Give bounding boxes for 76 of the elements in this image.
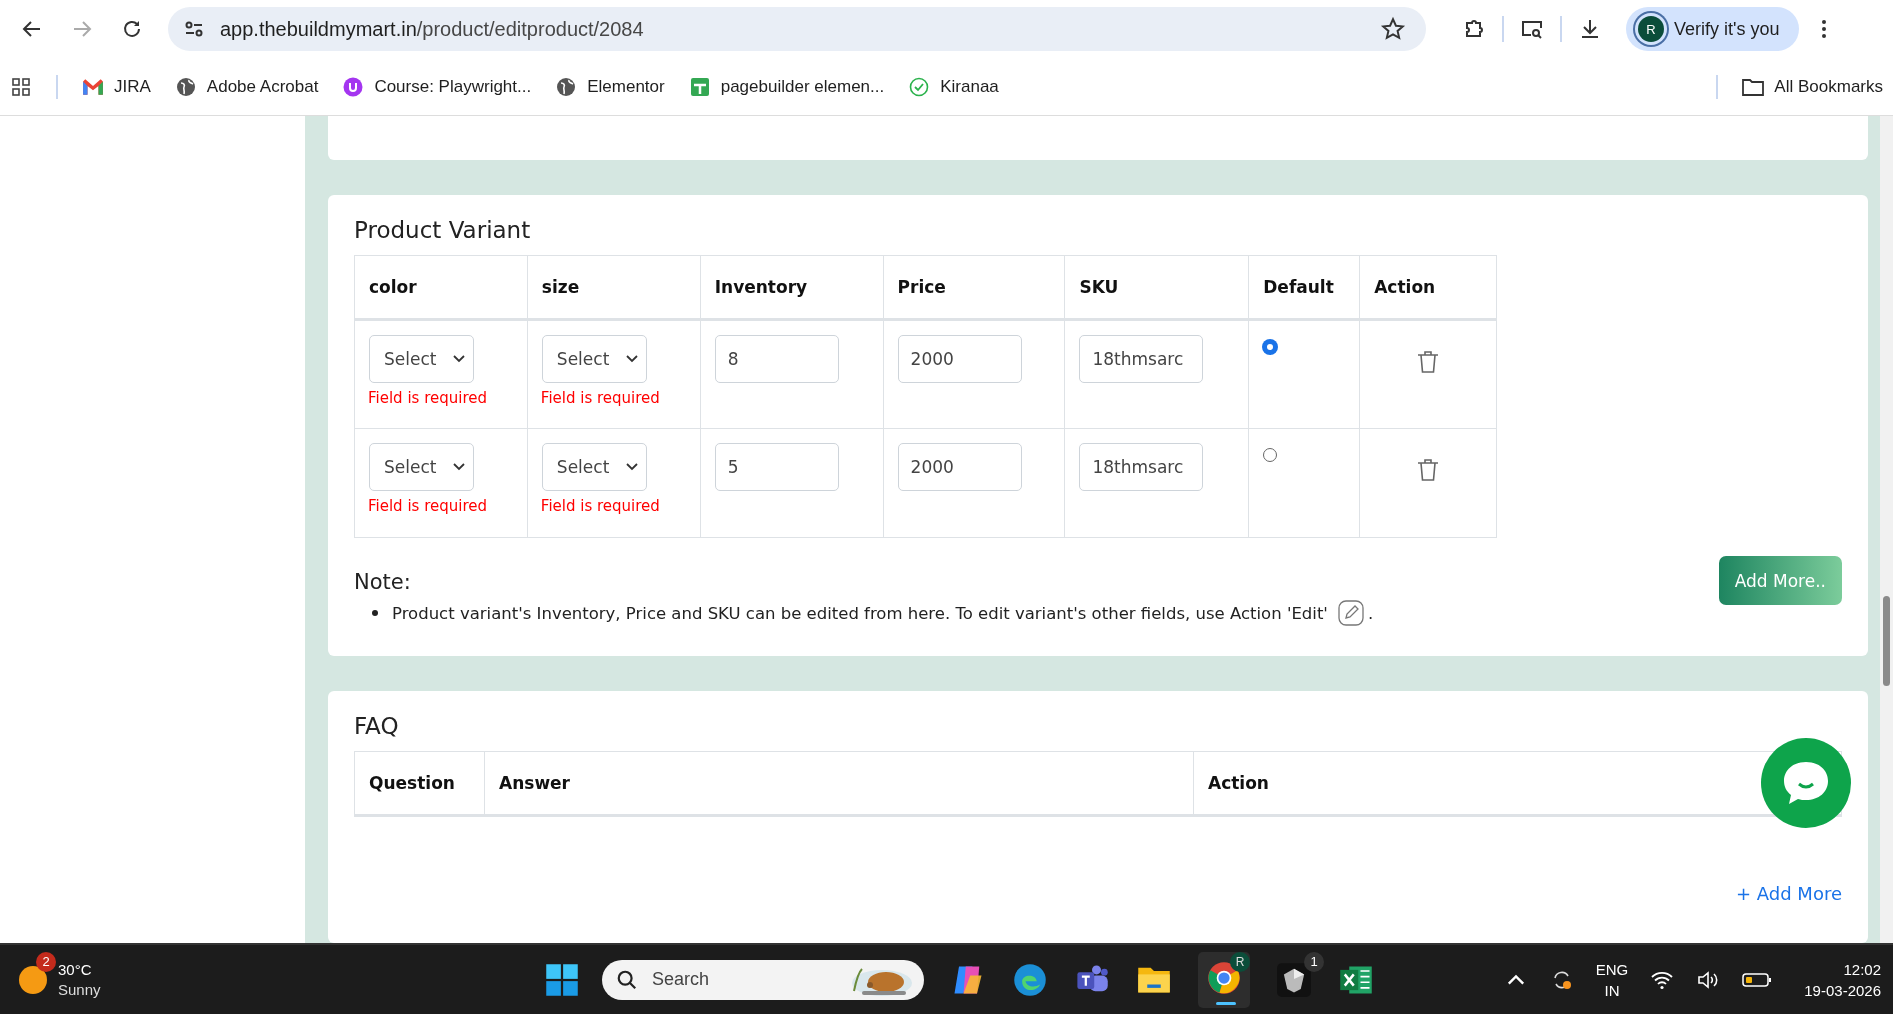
add-more-button[interactable]: Add More..	[1718, 556, 1842, 605]
scrollbar-thumb[interactable]	[1883, 596, 1890, 686]
chevron-icon	[625, 355, 638, 363]
edge-icon[interactable]	[1012, 961, 1048, 998]
column-header: SKU	[1064, 255, 1249, 320]
bookmark[interactable]: pagebuilder elemen...	[688, 76, 885, 97]
clock[interactable]: 12:02 19-03-2026	[1804, 958, 1881, 1001]
note-text: Product variant's Inventory, Price and SKU can be edited from here. To edit variant's other fields, use Action 'Edit'	[392, 603, 1328, 623]
all-bookmarks[interactable]: All Bookmarks	[1742, 76, 1883, 97]
chrome-taskbar-button[interactable]: R	[1198, 951, 1250, 1008]
weather-condition: Sunny	[58, 979, 101, 1000]
edit-icon	[1337, 600, 1364, 626]
delete-icon[interactable]	[1416, 457, 1441, 483]
select-dropdown[interactable]: Select	[541, 443, 647, 491]
column-header: Answer	[484, 751, 1194, 816]
mail-icon	[82, 76, 104, 97]
inventory-field[interactable]: 8	[714, 335, 839, 383]
bookmark[interactable]: Kiranaa	[908, 76, 999, 97]
sun-icon	[18, 964, 48, 995]
column-header: Price	[883, 255, 1065, 320]
price-field[interactable]: 2000	[897, 335, 1022, 383]
bookmark[interactable]: Course: Playwright...	[342, 76, 532, 97]
check-circle-icon	[908, 76, 931, 97]
star-icon[interactable]	[1380, 16, 1406, 42]
temperature: 30°C	[58, 959, 93, 980]
column-header: Question	[354, 751, 485, 816]
section-title: FAQ	[354, 713, 400, 739]
profile-button[interactable]: R Verify it's you	[1626, 7, 1800, 51]
bookmark[interactable]: JIRA	[82, 76, 151, 97]
note-period: .	[1367, 603, 1374, 623]
apps-grid-icon[interactable]	[10, 76, 32, 97]
taskbar-search[interactable]: Search	[602, 959, 924, 1000]
error-message: Field is required	[368, 497, 488, 515]
section-title: Product Variant	[354, 217, 532, 243]
column-header: Default	[1248, 255, 1360, 320]
folder-icon	[1742, 76, 1765, 97]
course-icon	[342, 76, 365, 97]
url-text: app.thebuildmymart.in/product/editproduct/2084	[220, 17, 645, 41]
price-field[interactable]: 2000	[897, 443, 1022, 491]
select-dropdown[interactable]: Select	[541, 335, 647, 383]
chevron-icon	[625, 463, 638, 471]
select-dropdown[interactable]: Select	[369, 443, 474, 491]
error-message: Field is required	[540, 497, 661, 515]
battery-icon[interactable]	[1742, 971, 1773, 988]
language-indicator[interactable]: ENG IN	[1595, 958, 1629, 1001]
chrome-icon	[1206, 959, 1242, 996]
notification-badge: 1	[1304, 951, 1324, 972]
default-radio[interactable]	[1263, 340, 1278, 354]
cube-icon[interactable]	[1276, 961, 1312, 998]
note-title: Note:	[354, 570, 412, 594]
sku-field[interactable]: 18thmsarc	[1079, 335, 1204, 383]
start-icon[interactable]	[544, 961, 580, 998]
bookmark[interactable]: Adobe Acrobat	[174, 76, 319, 97]
chat-icon[interactable]	[1761, 738, 1851, 828]
menu-icon[interactable]	[1821, 17, 1828, 41]
delete-icon[interactable]	[1416, 349, 1441, 375]
column-header: size	[527, 255, 701, 320]
column-header: Inventory	[700, 255, 884, 320]
globe-icon	[174, 76, 197, 97]
address-bar[interactable]: app.thebuildmymart.in/product/editproduct/2084	[168, 7, 1426, 51]
chevron-icon	[453, 463, 465, 471]
sku-field[interactable]: 18thmsarc	[1079, 443, 1204, 491]
error-message: Field is required	[368, 389, 488, 407]
error-message: Field is required	[540, 389, 661, 407]
inventory-field[interactable]: 5	[714, 443, 839, 491]
select-dropdown[interactable]: Select	[369, 335, 474, 383]
notification-badge: 2	[36, 951, 56, 972]
chevron-icon	[453, 355, 465, 363]
search-icon	[616, 968, 638, 991]
column-header: Action	[1359, 255, 1497, 320]
profile-badge: R	[1230, 951, 1250, 972]
column-header: color	[354, 255, 528, 320]
bookmark[interactable]: Elementor	[555, 76, 665, 97]
globe-icon	[555, 76, 578, 97]
sheet-icon	[688, 76, 711, 97]
add-more-link[interactable]: + Add More	[1736, 883, 1842, 904]
